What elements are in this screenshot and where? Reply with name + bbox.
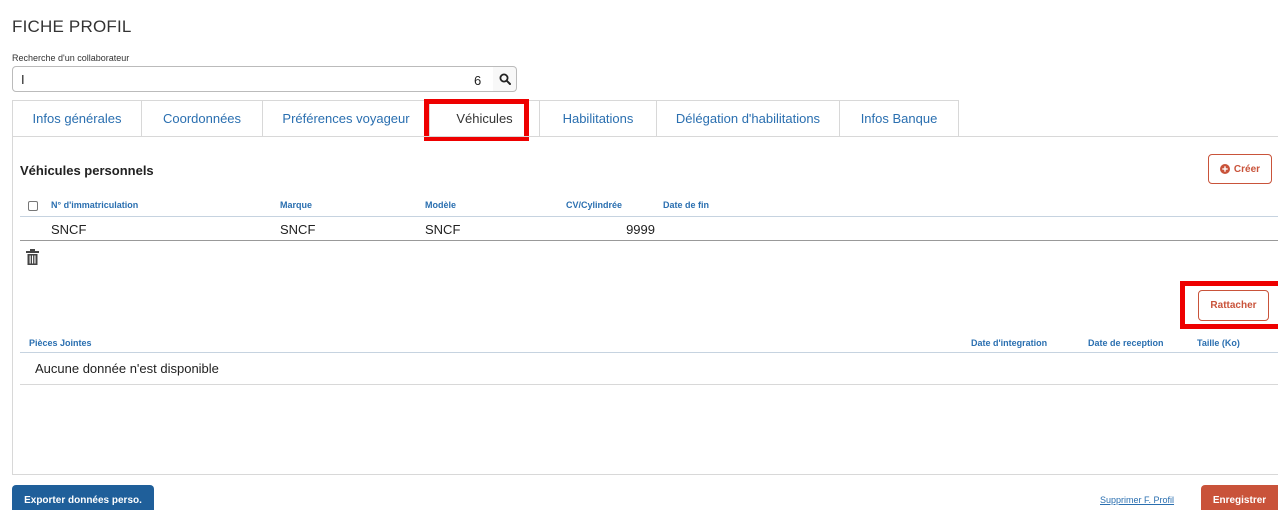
search-label: Recherche d'un collaborateur — [12, 53, 130, 63]
column-header-pieces-jointes[interactable]: Pièces Jointes — [29, 338, 92, 348]
delete-profile-link[interactable]: Supprimer F. Profil — [1100, 495, 1174, 505]
tab-content-panel — [12, 136, 1278, 475]
select-all-checkbox[interactable] — [28, 201, 38, 211]
vehicles-header-divider — [20, 216, 1278, 217]
attachments-header-divider — [20, 352, 1278, 353]
tab-delegation-habilitations[interactable]: Délégation d'habilitations — [657, 100, 840, 137]
column-header-modele[interactable]: Modèle — [425, 200, 456, 210]
vehicles-row-divider — [20, 240, 1278, 241]
column-header-cv-cylindree[interactable]: CV/Cylindrée — [566, 200, 622, 210]
save-button[interactable]: Enregistrer — [1201, 485, 1278, 510]
plus-circle-icon — [1219, 164, 1230, 174]
attachments-empty-message: Aucune donnée n'est disponible — [35, 361, 219, 376]
section-title-vehicules: Véhicules personnels — [20, 163, 154, 178]
delete-vehicle-button[interactable] — [26, 249, 39, 270]
cell-modele: SNCF — [425, 222, 461, 237]
create-button[interactable]: Créer — [1208, 154, 1272, 184]
cell-immatriculation: SNCF — [51, 222, 87, 237]
trash-icon — [26, 249, 39, 265]
search-input[interactable] — [12, 66, 494, 92]
column-header-taille[interactable]: Taille (Ko) — [1197, 338, 1240, 348]
tab-preferences-voyageur[interactable]: Préférences voyageur — [263, 100, 430, 137]
attachments-row-divider — [20, 384, 1278, 385]
tab-habilitations[interactable]: Habilitations — [540, 100, 657, 137]
search-button[interactable] — [493, 66, 517, 92]
tab-bar: Infos générales Coordonnées Préférences … — [12, 100, 959, 137]
tab-infos-generales[interactable]: Infos générales — [12, 100, 142, 137]
column-header-marque[interactable]: Marque — [280, 200, 312, 210]
create-button-label: Créer — [1233, 163, 1261, 175]
column-header-immatriculation[interactable]: N° d'immatriculation — [51, 200, 138, 210]
attach-button[interactable]: Rattacher — [1198, 290, 1269, 321]
tab-vehicules[interactable]: Véhicules — [430, 100, 540, 137]
search-input-suffix: 6 — [474, 73, 482, 88]
column-header-date-fin[interactable]: Date de fin — [663, 200, 709, 210]
column-header-date-integration[interactable]: Date d'integration — [971, 338, 1047, 348]
cell-cv-cylindree: 9999 — [626, 222, 655, 237]
search-icon — [499, 73, 511, 85]
tab-coordonnees[interactable]: Coordonnées — [142, 100, 263, 137]
attach-button-label: Rattacher — [1210, 300, 1257, 311]
export-personal-data-button[interactable]: Exporter données perso. — [12, 485, 154, 510]
tab-infos-banque[interactable]: Infos Banque — [840, 100, 959, 137]
cell-marque: SNCF — [280, 222, 316, 237]
page-title: FICHE PROFIL — [12, 17, 132, 36]
column-header-date-reception[interactable]: Date de reception — [1088, 338, 1164, 348]
